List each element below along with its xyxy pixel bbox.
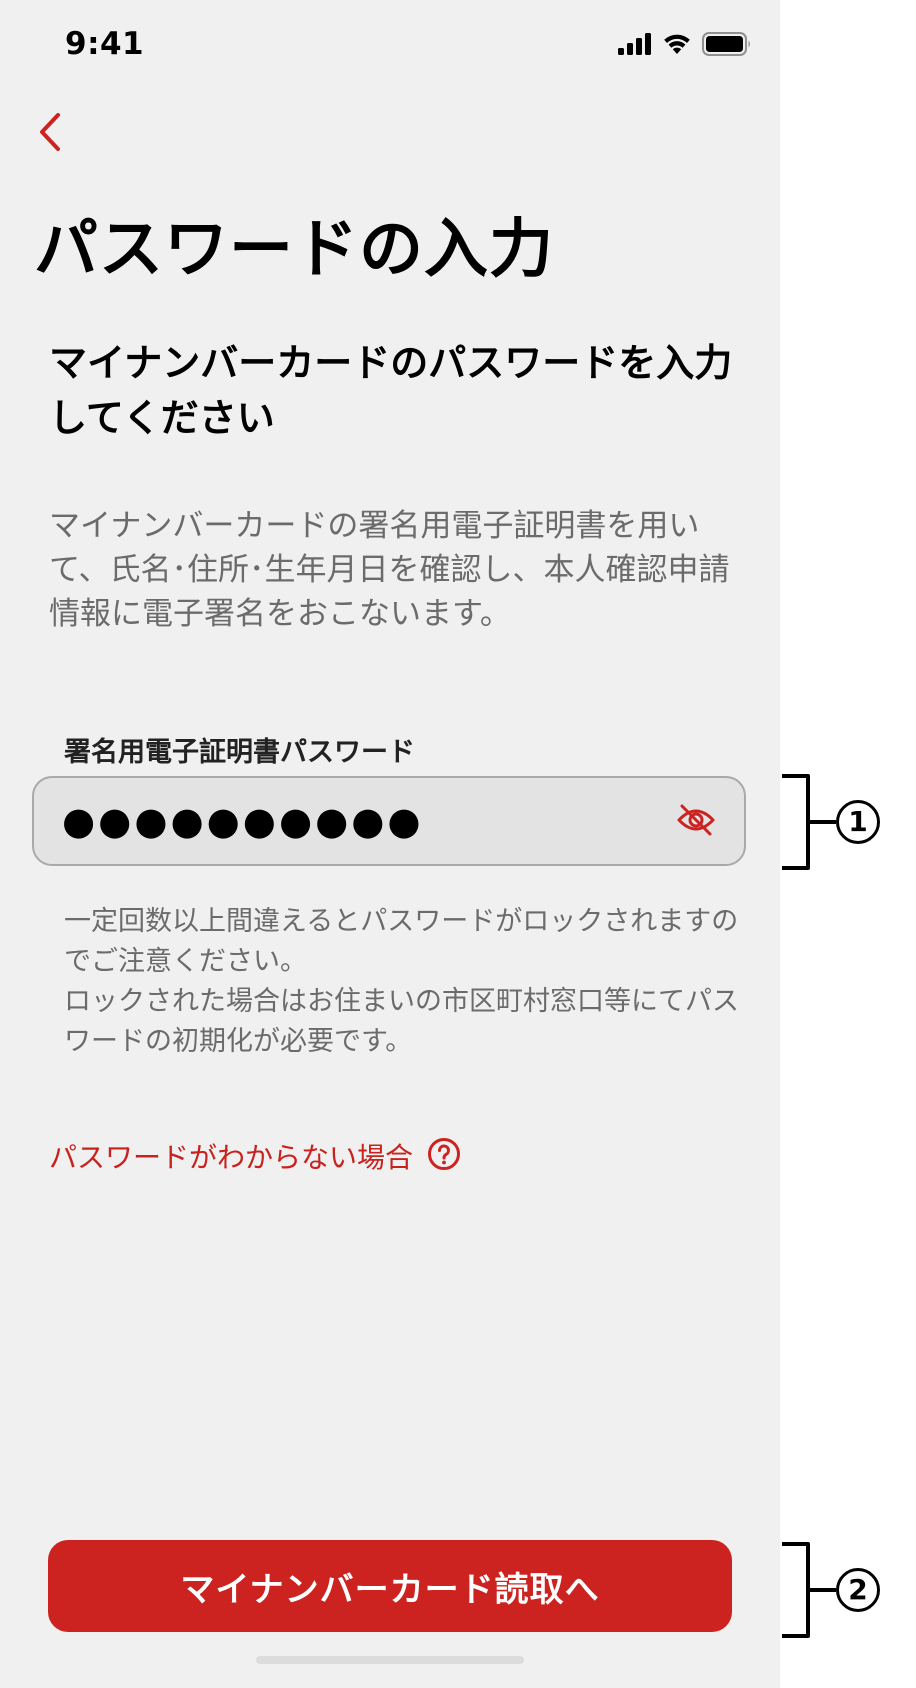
status-icons bbox=[618, 32, 752, 60]
eye-off-icon bbox=[676, 803, 716, 841]
status-bar: 9:41 bbox=[0, 0, 780, 94]
annotation-2: 2 bbox=[780, 1542, 900, 1638]
password-lock-warning: 一定回数以上間違えるとパスワードがロックされますのでご注意ください。 ロックされ… bbox=[64, 902, 744, 1062]
forgot-password-link[interactable]: パスワードがわからない場合 bbox=[49, 1136, 461, 1176]
description-text: マイナンバーカードの署名用電子証明書を用いて、氏名･住所･生年月日を確認し、本人… bbox=[49, 508, 730, 632]
password-input[interactable]: ●●●●●●●●●● bbox=[32, 776, 746, 866]
warning-line-1: 一定回数以上間違えるとパスワードがロックされますのでご注意ください。 bbox=[64, 906, 739, 977]
warning-line-2: ロックされた場合はお住まいの市区町村窓口等にてパスワードの初期化が必要です。 bbox=[64, 986, 739, 1057]
page-title: パスワードの入力 bbox=[34, 213, 554, 287]
password-field-label: 署名用電子証明書パスワード bbox=[64, 737, 415, 768]
question-circle-icon bbox=[427, 1137, 461, 1175]
password-masked-value: ●●●●●●●●●● bbox=[62, 799, 424, 843]
password-visibility-toggle[interactable] bbox=[674, 800, 718, 844]
annotation-2-number: 2 bbox=[836, 1568, 880, 1612]
forgot-password-link-label: パスワードがわからない場合 bbox=[49, 1141, 414, 1174]
battery-icon bbox=[702, 32, 752, 60]
read-my-number-card-button[interactable]: マイナンバーカード読取へ bbox=[48, 1540, 732, 1632]
status-time: 9:41 bbox=[65, 26, 145, 62]
section-heading: マイナンバーカードのパスワードを入力してください bbox=[49, 341, 733, 440]
cellular-signal-icon bbox=[618, 33, 652, 59]
home-indicator bbox=[256, 1656, 524, 1664]
annotation-1-number: 1 bbox=[836, 800, 880, 844]
chevron-left-icon bbox=[36, 111, 64, 157]
annotation-1: 1 bbox=[780, 774, 900, 870]
wifi-icon bbox=[662, 33, 692, 59]
app-screen: 9:41 パスワードの入力 マイナンバーカードのパスワードを入力してください マ… bbox=[0, 0, 780, 1688]
back-button[interactable] bbox=[22, 106, 78, 162]
